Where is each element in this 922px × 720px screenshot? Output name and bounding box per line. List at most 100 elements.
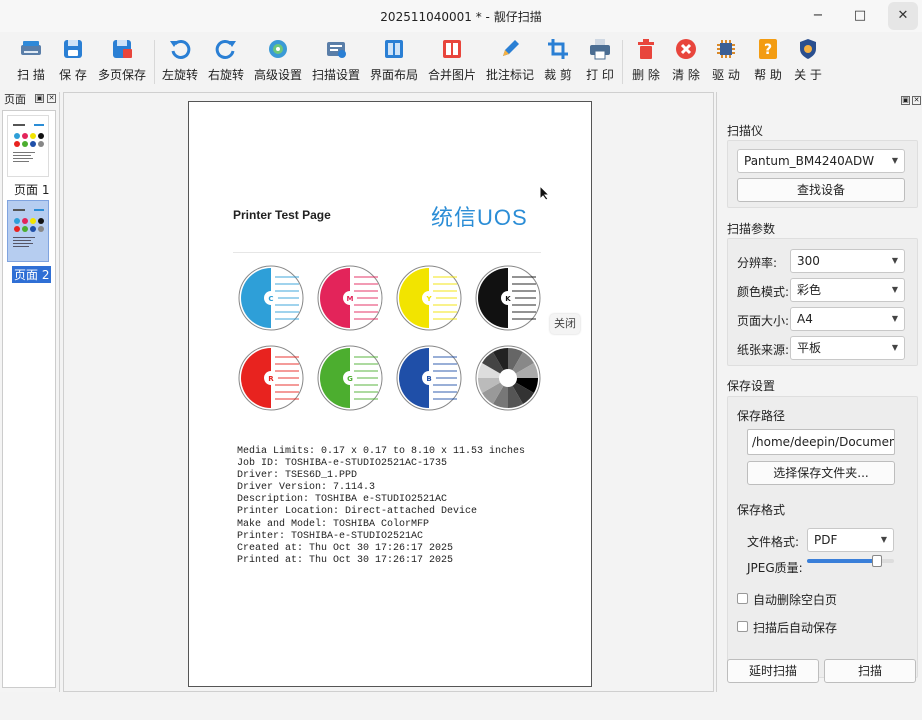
driver-chip-icon (713, 36, 739, 62)
resolution-select[interactable]: 300 ▼ (790, 249, 905, 273)
printer-info-line: Printer: TOSHIBA-e-STUDIO2521AC (237, 530, 424, 542)
driver-button[interactable]: 驱 动 (708, 36, 744, 83)
printer-info-line: Printed at: Thu Oct 30 17:26:17 2025 (237, 554, 454, 566)
pages-panel: 页面 ▣ ✕ 页面 1 页面 2 (0, 92, 60, 692)
choose-folder-button[interactable]: 选择保存文件夹... (747, 461, 895, 485)
printer-icon (587, 36, 613, 62)
page-heading: Printer Test Page (233, 208, 331, 222)
scanner-section-title: 扫描仪 (727, 124, 764, 138)
printer-info-line: Description: TOSHIBA e-STUDIO2521AC (237, 494, 448, 506)
jpeg-quality-slider[interactable] (807, 555, 894, 567)
toolbar-separator (154, 40, 155, 84)
preview-area[interactable]: Printer Test Page 统信UOS C M Y K R G B Media Li… (63, 92, 714, 692)
page-size-select[interactable]: A4 ▼ (790, 307, 905, 331)
file-format-select[interactable]: PDF ▼ (807, 528, 894, 552)
panel-close-icon[interactable]: ✕ (47, 94, 56, 103)
chevron-down-icon: ▼ (891, 156, 898, 165)
chevron-down-icon: ▼ (891, 343, 898, 352)
paper-source-select[interactable]: 平板 ▼ (790, 336, 905, 360)
chevron-down-icon: ▼ (880, 535, 887, 544)
merge-images-icon (439, 36, 465, 62)
color-circle-letter: R (268, 375, 274, 383)
help-button[interactable]: ? 帮 助 (750, 36, 786, 83)
color-circle-letter: G (347, 375, 353, 383)
color-circle-letter: B (426, 375, 431, 383)
merge-images-button[interactable]: 合并图片 (426, 36, 478, 83)
scan-settings-button[interactable]: 扫描设置 (310, 36, 362, 83)
file-format-label: 文件格式: (747, 535, 800, 549)
minimize-button[interactable]: − (806, 6, 830, 26)
auto-save-label: 扫描后自动保存 (753, 621, 838, 635)
color-circle-letter: K (505, 295, 511, 303)
clear-icon (673, 36, 699, 62)
color-mode-label: 颜色模式: (737, 285, 790, 299)
multi-page-save-button[interactable]: 多页保存 (96, 36, 148, 83)
page-divider (233, 252, 541, 253)
clear-button[interactable]: 清 除 (668, 36, 704, 83)
color-circle: C (238, 265, 304, 331)
color-circle: Y (396, 265, 462, 331)
page-thumbnail-2[interactable] (7, 200, 49, 262)
close-window-button[interactable]: ✕ (888, 2, 918, 30)
color-mode-select[interactable]: 彩色 ▼ (790, 278, 905, 302)
panel-close-icon[interactable]: ✕ (912, 96, 921, 105)
settings-panel: ▣ ✕ 扫描仪 Pantum_BM4240ADW ▼ 查找设备 扫描参数 分辨率:… (716, 92, 922, 692)
jpeg-quality-fill (807, 559, 877, 563)
save-path-input[interactable]: /home/deepin/Documents (747, 429, 895, 455)
printer-info-line: Printer Location: Direct-attached Device (237, 506, 478, 518)
save-toolbar-button[interactable]: 保 存 (56, 36, 90, 83)
scanner-select[interactable]: Pantum_BM4240ADW ▼ (737, 149, 905, 173)
color-circle (475, 345, 541, 411)
scan-button[interactable]: 扫描 (824, 659, 916, 683)
about-shield-icon (795, 36, 821, 62)
crop-icon (545, 36, 571, 62)
panel-float-icon[interactable]: ▣ (901, 96, 910, 105)
printer-info-line: Driver: TSES6D_1.PPD (237, 470, 358, 482)
page-thumbnail-list[interactable]: 页面 1 页面 2 (2, 110, 56, 688)
mouse-cursor-icon (539, 185, 551, 201)
printer-info-line: Media Limits: 0.17 x 0.17 to 8.10 x 11.5… (237, 446, 526, 457)
chevron-down-icon: ▼ (891, 285, 898, 294)
auto-save-checkbox[interactable] (737, 621, 748, 632)
scanner-icon (18, 36, 44, 62)
advanced-settings-button[interactable]: 高级设置 (252, 36, 304, 83)
printer-info-text: Media Limits: 0.17 x 0.17 to 8.10 x 11.5… (237, 446, 525, 567)
find-device-button[interactable]: 查找设备 (737, 178, 905, 202)
delay-scan-button[interactable]: 延时扫描 (727, 659, 819, 683)
scan-toolbar-button[interactable]: 扫 描 (14, 36, 48, 83)
panel-float-icon[interactable]: ▣ (35, 94, 44, 103)
color-test-circles: C M Y K R G B (238, 265, 541, 411)
auto-delete-blank-checkbox[interactable] (737, 593, 748, 604)
uos-logo: 统信UOS (431, 205, 528, 230)
scan-params-group: 分辨率: 300 ▼ 颜色模式: 彩色 ▼ 页面大小: A4 ▼ 纸张来源: 平板 ▼ (727, 238, 918, 366)
rotate-left-button[interactable]: 左旋转 (160, 36, 200, 83)
color-circle: K (475, 265, 541, 331)
page-thumbnail-1[interactable] (7, 115, 49, 177)
rotate-right-button[interactable]: 右旋转 (206, 36, 246, 83)
crop-button[interactable]: 裁 剪 (540, 36, 576, 83)
document-page[interactable]: Printer Test Page 统信UOS C M Y K R G B Media Li… (188, 101, 592, 687)
layout-button[interactable]: 界面布局 (368, 36, 420, 83)
about-button[interactable]: 关 于 (790, 36, 826, 83)
window-title: 202511040001 * - 靓仔扫描 (380, 10, 542, 24)
jpeg-quality-label: JPEG质量: (747, 561, 803, 575)
chevron-down-icon: ▼ (891, 314, 898, 323)
rotate-right-icon (213, 36, 239, 62)
toolbar-separator (622, 40, 623, 84)
chevron-down-icon: ▼ (891, 256, 898, 265)
annotate-button[interactable]: 批注标记 (484, 36, 536, 83)
color-circle-letter: C (268, 295, 273, 303)
scan-settings-icon (323, 36, 349, 62)
print-button[interactable]: 打 印 (582, 36, 618, 83)
layout-icon (381, 36, 407, 62)
close-tooltip[interactable]: 关闭 (550, 314, 580, 334)
pages-panel-title: 页面 (4, 93, 26, 106)
advanced-settings-icon (265, 36, 291, 62)
page-thumbnail-1-label[interactable]: 页面 1 (12, 181, 51, 198)
delete-button[interactable]: 删 除 (628, 36, 664, 83)
maximize-button[interactable]: □ (848, 6, 872, 26)
save-format-title: 保存格式 (737, 503, 786, 517)
scanner-group: Pantum_BM4240ADW ▼ 查找设备 (727, 140, 918, 208)
jpeg-quality-handle[interactable] (871, 555, 882, 567)
page-thumbnail-2-label[interactable]: 页面 2 (12, 266, 52, 283)
